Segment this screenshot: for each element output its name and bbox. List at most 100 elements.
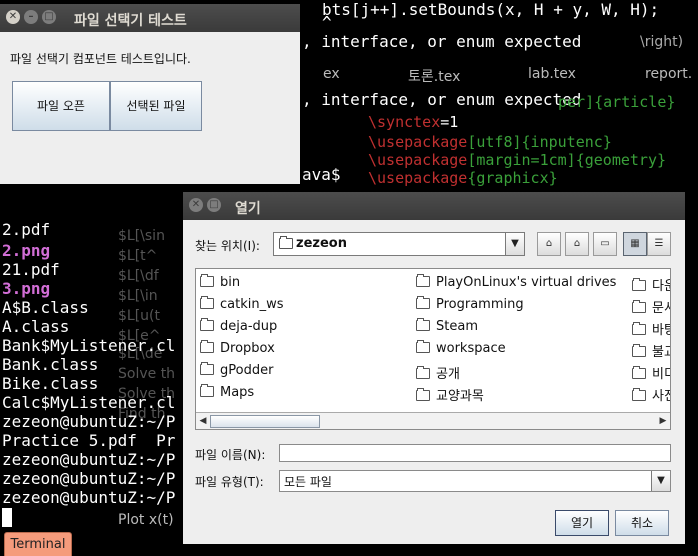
chevron-down-icon[interactable]: ▼ bbox=[505, 233, 524, 255]
list-item[interactable]: 문서 bbox=[632, 297, 670, 316]
list-view-icon[interactable]: ▦ bbox=[623, 232, 647, 256]
list-item[interactable]: workspace bbox=[416, 340, 506, 356]
filetype-value: 모든 파일 bbox=[284, 475, 332, 489]
terminal-line: 21.pdf bbox=[2, 260, 60, 279]
terminal-line: Practice 5.pdf Pr bbox=[2, 431, 176, 450]
filetype-label: 파일 유형(T): bbox=[195, 475, 264, 489]
list-item[interactable]: 불교 bbox=[632, 341, 670, 360]
tex-line: \usepackage[utf8]{inputenc} bbox=[368, 133, 612, 151]
list-item[interactable]: bin bbox=[200, 274, 240, 290]
folder-icon bbox=[416, 274, 430, 287]
tex-line: \synctex=1 bbox=[368, 113, 459, 131]
terminal-error-line: , interface, or enum expected bbox=[302, 32, 582, 51]
chevron-down-icon[interactable]: ▼ bbox=[651, 471, 670, 491]
folder-icon bbox=[632, 300, 646, 313]
terminal-code-line: bts[j++].setBounds(x, H + y, W, H); bbox=[322, 0, 660, 19]
up-folder-icon[interactable]: ⌂ bbox=[537, 232, 561, 256]
list-item[interactable]: 공개 bbox=[416, 363, 460, 382]
file-open-button[interactable]: 파일 오픈 bbox=[12, 81, 110, 131]
list-item[interactable]: 비디 bbox=[632, 363, 670, 382]
editor-tab[interactable]: lab.tex bbox=[528, 66, 576, 82]
folder-icon bbox=[416, 296, 430, 309]
list-item[interactable]: Dropbox bbox=[200, 340, 275, 356]
scrollbar-thumb[interactable] bbox=[210, 415, 320, 428]
file-chooser-test-window: ✕ – □ 파일 선택기 테스트 파일 선택기 컴포넌트 테스트입니다. 파일 … bbox=[0, 4, 300, 184]
editor-right-label: \right) bbox=[640, 34, 684, 50]
editor-tab[interactable]: 토론.tex bbox=[408, 66, 460, 86]
editor-tab[interactable]: ex bbox=[323, 66, 340, 82]
list-item[interactable]: deja-dup bbox=[200, 318, 277, 334]
file-list[interactable]: bin catkin_ws deja-dup Dropbox gPodder M… bbox=[195, 268, 671, 430]
terminal-line: zezeon@ubuntuZ:~/P bbox=[2, 488, 176, 507]
list-item[interactable]: 바탕 bbox=[632, 319, 670, 338]
editor-side-item: Plot x(t) bbox=[118, 512, 174, 528]
scroll-right-icon[interactable]: ▶ bbox=[656, 413, 670, 429]
terminal-tab[interactable]: Terminal bbox=[4, 532, 72, 556]
horizontal-scrollbar[interactable]: ◀ ▶ bbox=[196, 412, 670, 429]
terminal-prompt-fragment: ava$ bbox=[302, 165, 341, 184]
close-icon[interactable]: ✕ bbox=[6, 10, 20, 24]
list-item[interactable]: catkin_ws bbox=[200, 296, 284, 312]
terminal-line: Bank$MyListener.cl bbox=[2, 336, 176, 355]
list-item[interactable]: Programming bbox=[416, 296, 524, 312]
terminal-line: A$B.class bbox=[2, 298, 89, 317]
filename-label: 파일 이름(N): bbox=[195, 448, 266, 462]
editor-side-item: $L[\sin bbox=[118, 228, 165, 244]
list-item[interactable]: Steam bbox=[416, 318, 478, 334]
dialog-title: 열기 bbox=[235, 201, 261, 217]
lookin-select[interactable]: zezeon ▼ bbox=[273, 232, 525, 256]
filename-input[interactable] bbox=[279, 444, 671, 462]
home-icon[interactable]: ⌂ bbox=[565, 232, 589, 256]
scroll-left-icon[interactable]: ◀ bbox=[196, 413, 210, 429]
list-item[interactable]: gPodder bbox=[200, 362, 273, 378]
test-description: 파일 선택기 컴포넌트 테스트입니다. bbox=[10, 52, 191, 66]
test-window-titlebar[interactable]: ✕ – □ 파일 선택기 테스트 bbox=[0, 4, 300, 32]
terminal-line: 2.pdf bbox=[2, 220, 51, 239]
editor-side-item: $L[u(t bbox=[118, 308, 160, 324]
editor-side-item: $L[\in bbox=[118, 288, 158, 304]
open-file-dialog: ✕ □ 열기 찾는 위치(I): zezeon ▼ ⌂ ⌂ ▭ ▦ ☰ bin … bbox=[183, 192, 685, 544]
lookin-label: 찾는 위치(I): bbox=[195, 239, 260, 253]
minimize-icon[interactable]: – bbox=[24, 10, 38, 24]
folder-icon bbox=[200, 362, 214, 375]
folder-icon bbox=[200, 384, 214, 397]
terminal-cursor bbox=[2, 508, 12, 527]
folder-icon bbox=[632, 278, 646, 291]
maximize-icon[interactable]: □ bbox=[207, 198, 221, 212]
details-view-icon[interactable]: ☰ bbox=[647, 232, 671, 256]
open-button[interactable]: 열기 bbox=[555, 510, 609, 536]
folder-icon bbox=[632, 322, 646, 335]
cancel-button[interactable]: 취소 bbox=[615, 510, 669, 536]
terminal-line: zezeon@ubuntuZ:~/P bbox=[2, 412, 176, 431]
folder-icon bbox=[416, 318, 430, 331]
folder-icon bbox=[632, 366, 646, 379]
terminal-error-line: , interface, or enum expected bbox=[302, 90, 582, 109]
maximize-icon[interactable]: □ bbox=[42, 10, 56, 24]
editor-tab[interactable]: report. bbox=[645, 66, 692, 82]
list-item[interactable]: Maps bbox=[200, 384, 254, 400]
terminal-line: 3.png bbox=[2, 279, 51, 298]
tex-line: \usepackage[margin=1cm]{geometry} bbox=[368, 151, 667, 169]
list-item[interactable]: 사진 bbox=[632, 385, 670, 404]
folder-icon bbox=[416, 388, 430, 401]
folder-icon bbox=[200, 296, 214, 309]
editor-side-item: $L[\df bbox=[118, 268, 159, 284]
terminal-line: zezeon@ubuntuZ:~/P bbox=[2, 450, 176, 469]
selected-file-button[interactable]: 선택된 파일 bbox=[110, 81, 202, 131]
window-title: 파일 선택기 테스트 bbox=[74, 13, 187, 29]
terminal-line: Bank.class bbox=[2, 355, 99, 374]
terminal-line: Calc$MyListener.cl bbox=[2, 393, 176, 412]
list-item[interactable]: PlayOnLinux's virtual drives bbox=[416, 274, 616, 290]
editor-side-item: $L[t^ bbox=[118, 248, 158, 264]
folder-icon bbox=[416, 366, 430, 379]
terminal-caret: ^ bbox=[322, 13, 332, 32]
list-item[interactable]: 교양과목 bbox=[416, 385, 484, 404]
new-folder-icon[interactable]: ▭ bbox=[593, 232, 617, 256]
folder-icon bbox=[632, 344, 646, 357]
folder-icon bbox=[200, 274, 214, 287]
filetype-select[interactable]: 모든 파일 ▼ bbox=[279, 470, 671, 492]
dialog-titlebar[interactable]: ✕ □ 열기 bbox=[183, 192, 685, 220]
close-icon[interactable]: ✕ bbox=[189, 198, 203, 212]
list-item[interactable]: 다운 bbox=[632, 275, 670, 294]
folder-icon bbox=[200, 340, 214, 353]
